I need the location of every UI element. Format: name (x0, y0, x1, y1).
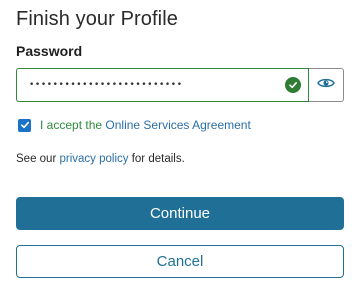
finish-profile-form: Finish your Profile Password •••••••••••… (0, 0, 362, 300)
privacy-policy-link[interactable]: privacy policy (59, 153, 128, 165)
privacy-suffix: for details. (131, 153, 185, 165)
password-masked-value: •••••••••••••••••••••••••• (29, 80, 183, 90)
continue-button[interactable]: Continue (16, 197, 344, 230)
privacy-prefix: See our (16, 153, 60, 165)
agreement-checkbox[interactable] (18, 118, 31, 132)
eye-icon (317, 76, 335, 94)
online-services-agreement-link[interactable]: Online Services Agreement (105, 118, 250, 132)
password-input[interactable]: •••••••••••••••••••••••••• (16, 68, 309, 102)
agreement-row: I accept the Online Services Agreement (18, 118, 251, 132)
page-title: Finish your Profile (16, 8, 178, 30)
cancel-button[interactable]: Cancel (16, 245, 344, 278)
agreement-label: I accept the (40, 118, 103, 132)
password-label: Password (16, 43, 83, 59)
check-circle-icon (285, 77, 301, 93)
show-password-button[interactable] (308, 68, 344, 102)
password-field-group: •••••••••••••••••••••••••• (16, 68, 344, 102)
privacy-note: See our privacy policy for details. (16, 153, 185, 165)
